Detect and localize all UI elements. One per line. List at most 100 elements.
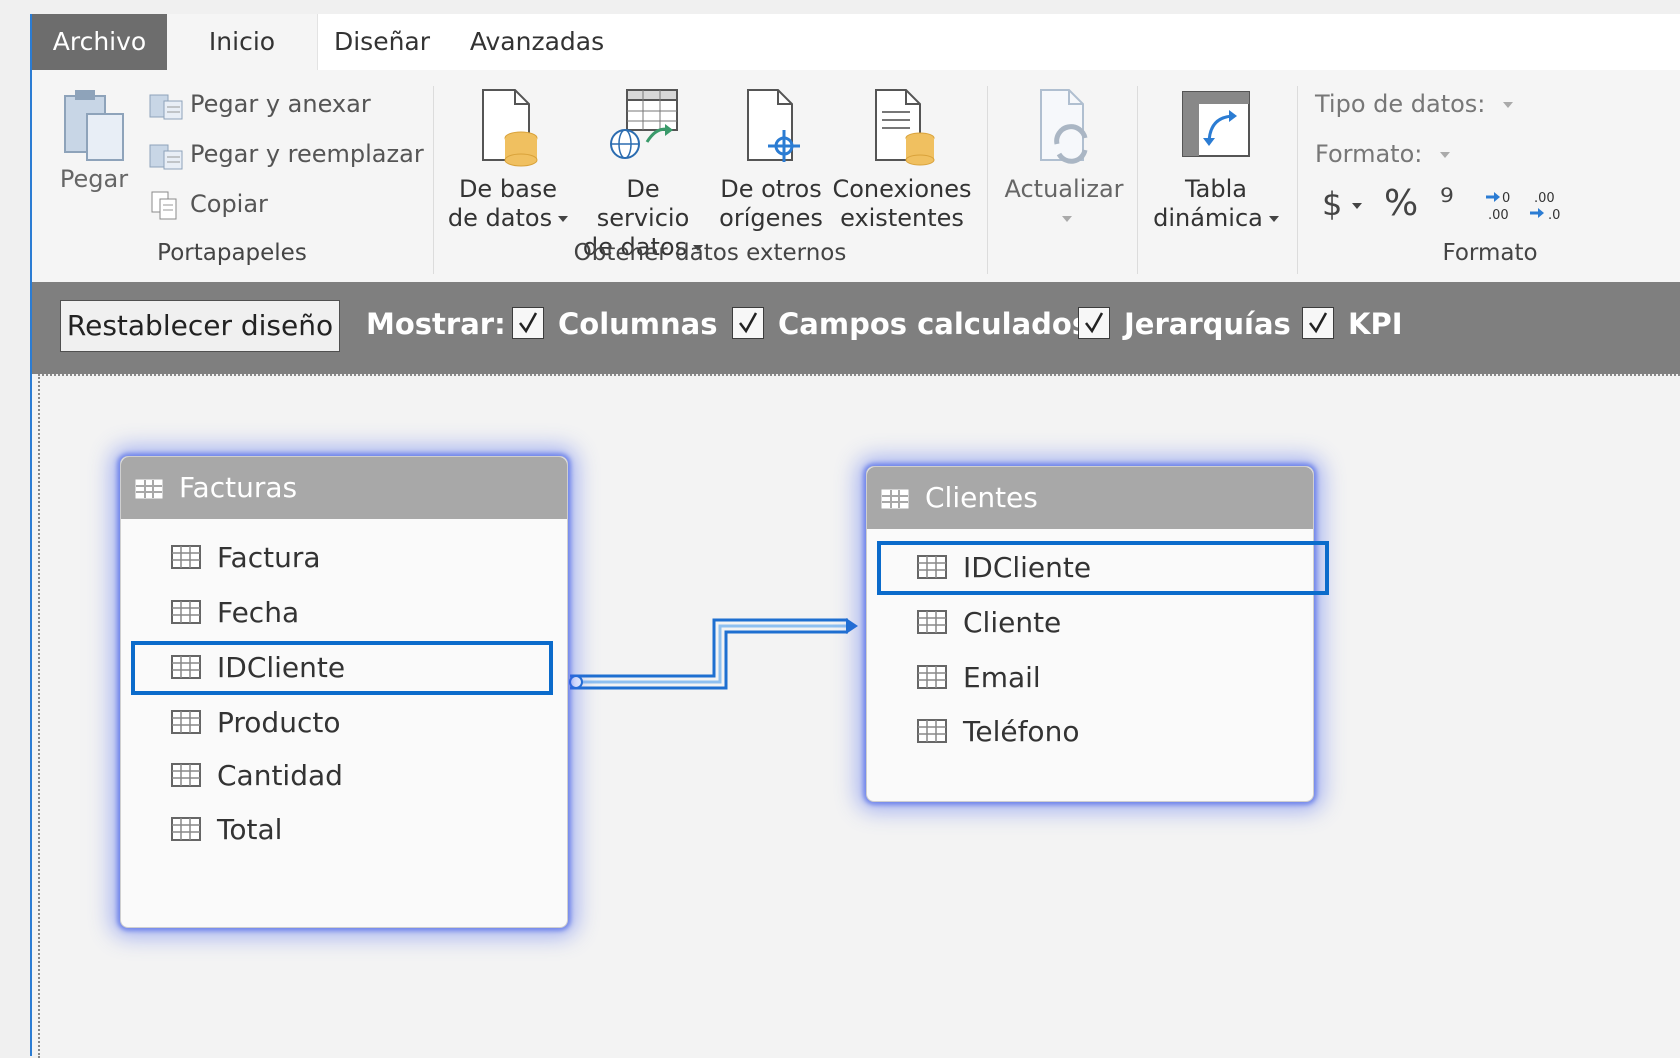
svg-text:0: 0 <box>1502 191 1510 206</box>
checkmark-icon <box>739 312 758 334</box>
dropdown-arrow-icon <box>1440 152 1451 158</box>
diagram-canvas[interactable]: Facturas Factura Fecha IDCliente Product… <box>38 374 1680 1058</box>
group-separator <box>1137 86 1138 274</box>
column-icon <box>917 610 947 634</box>
checkbox-box <box>732 307 764 339</box>
column-icon <box>171 600 201 624</box>
other-sources-icon <box>747 89 800 162</box>
dropdown-arrow-icon <box>1352 203 1363 209</box>
column-cantidad[interactable]: Cantidad <box>131 749 639 803</box>
existing-connections-label-1: Conexiones <box>832 175 972 203</box>
column-producto[interactable]: Producto <box>131 696 639 750</box>
column-label: Teléfono <box>963 715 1080 748</box>
from-other-sources-button[interactable]: De otros orígenes <box>716 86 826 233</box>
from-database-label-1: De base <box>458 175 558 203</box>
copy-icon <box>151 191 177 220</box>
currency-button[interactable]: $ <box>1322 184 1363 224</box>
show-columns-label: Columnas <box>558 307 718 341</box>
data-type-dropdown[interactable]: Tipo de datos: <box>1315 84 1514 124</box>
from-other-sources-label-2: orígenes <box>719 204 823 232</box>
group-label-portapapeles: Portapapeles <box>157 240 307 266</box>
copy-label: Copiar <box>190 190 268 218</box>
from-database-button[interactable]: De base de datos <box>446 86 570 233</box>
from-data-service-button[interactable]: De servicio de datos <box>578 86 708 262</box>
column-email[interactable]: Email <box>877 651 1385 705</box>
checkmark-icon <box>1085 312 1104 334</box>
group-label-datos-externos: Obtener datos externos <box>573 240 847 266</box>
group-label-formato: Formato <box>1442 240 1538 266</box>
pivot-table-label-2: dinámica <box>1153 204 1263 232</box>
show-calculated-fields-label: Campos calculados <box>778 307 1090 341</box>
decrease-decimal-button[interactable]: .00.0 <box>1526 184 1572 224</box>
table-header[interactable]: Facturas <box>121 457 567 519</box>
column-label: IDCliente <box>217 651 346 684</box>
column-total[interactable]: Total <box>131 803 639 857</box>
database-icon <box>482 89 538 167</box>
refresh-button[interactable]: Actualizar <box>994 86 1134 233</box>
column-idcliente-selected[interactable]: IDCliente <box>131 641 553 695</box>
currency-symbol: $ <box>1322 185 1343 223</box>
from-database-label-2: de datos <box>447 204 553 232</box>
paste-append-button[interactable]: Pegar y anexar <box>148 84 371 124</box>
paste-button[interactable]: Pegar <box>54 88 134 194</box>
ribbon: Pegar Pegar y anexar Pegar y reemplazar … <box>32 70 1680 283</box>
paste-icon <box>64 90 124 161</box>
column-icon <box>171 763 201 787</box>
existing-connections-button[interactable]: Conexiones existentes <box>832 86 972 233</box>
table-facturas[interactable]: Facturas Factura Fecha IDCliente Product… <box>120 456 568 928</box>
tab-avanzadas[interactable]: Avanzadas <box>447 14 627 70</box>
format-label: Formato: <box>1315 140 1423 168</box>
show-calculated-fields-checkbox[interactable]: Campos calculados <box>732 304 1089 344</box>
column-label: Cliente <box>963 606 1062 639</box>
table-header[interactable]: Clientes <box>867 467 1313 529</box>
column-label: Total <box>217 813 283 846</box>
reset-layout-button[interactable]: Restablecer diseño <box>60 300 340 352</box>
increase-decimal-button[interactable]: 0.00 <box>1482 184 1528 224</box>
column-idcliente-selected[interactable]: IDCliente <box>877 541 1329 595</box>
checkmark-icon <box>519 312 538 334</box>
dropdown-arrow-icon <box>1062 216 1072 222</box>
refresh-label: Actualizar <box>1004 175 1124 203</box>
comma-style-button[interactable]: ⁹ <box>1440 182 1454 222</box>
tab-disenar[interactable]: Diseñar <box>317 14 447 70</box>
show-hierarchies-checkbox[interactable]: Jerarquías <box>1078 304 1291 344</box>
show-kpi-checkbox[interactable]: KPI <box>1302 304 1403 344</box>
percent-button[interactable]: % <box>1384 184 1418 224</box>
column-icon <box>917 719 947 743</box>
dropdown-arrow-icon <box>1268 216 1279 222</box>
group-separator <box>987 86 988 274</box>
refresh-icon <box>1040 89 1088 164</box>
tab-archivo[interactable]: Archivo <box>32 14 167 70</box>
column-label: IDCliente <box>963 551 1092 584</box>
table-clientes[interactable]: Clientes IDCliente Cliente Email Teléfon… <box>866 466 1329 802</box>
from-data-service-label-1: De servicio <box>596 175 690 232</box>
show-hierarchies-label: Jerarquías <box>1124 307 1291 341</box>
table-icon <box>135 479 163 499</box>
column-icon <box>171 655 201 679</box>
tab-inicio[interactable]: Inicio <box>167 14 318 70</box>
column-label: Cantidad <box>217 759 343 792</box>
table-title: Facturas <box>179 471 298 504</box>
show-label: Mostrar: <box>366 307 506 341</box>
paste-replace-label: Pegar y reemplazar <box>190 140 424 168</box>
column-telefono[interactable]: Teléfono <box>877 705 1385 759</box>
table-title: Clientes <box>925 481 1038 514</box>
format-dropdown[interactable]: Formato: <box>1315 134 1451 174</box>
column-icon <box>171 817 201 841</box>
existing-connections-label-2: existentes <box>840 204 964 232</box>
column-cliente[interactable]: Cliente <box>877 596 1385 650</box>
column-factura[interactable]: Factura <box>131 531 639 585</box>
paste-append-label: Pegar y anexar <box>190 90 371 118</box>
column-label: Producto <box>217 706 341 739</box>
column-fecha[interactable]: Fecha <box>131 586 639 640</box>
pivot-table-button[interactable]: Tabla dinámica <box>1144 86 1288 233</box>
show-columns-checkbox[interactable]: Columnas <box>512 304 718 344</box>
checkbox-box <box>512 307 544 339</box>
paste-replace-button[interactable]: Pegar y reemplazar <box>148 134 424 174</box>
dropdown-arrow-icon <box>1503 102 1514 108</box>
column-icon <box>917 555 947 579</box>
ribbon-tabbar: Archivo Inicio Diseñar Avanzadas <box>32 14 1680 70</box>
copy-button[interactable]: Copiar <box>148 184 268 224</box>
checkmark-icon <box>1309 312 1328 334</box>
pivot-table-icon <box>1182 91 1250 157</box>
